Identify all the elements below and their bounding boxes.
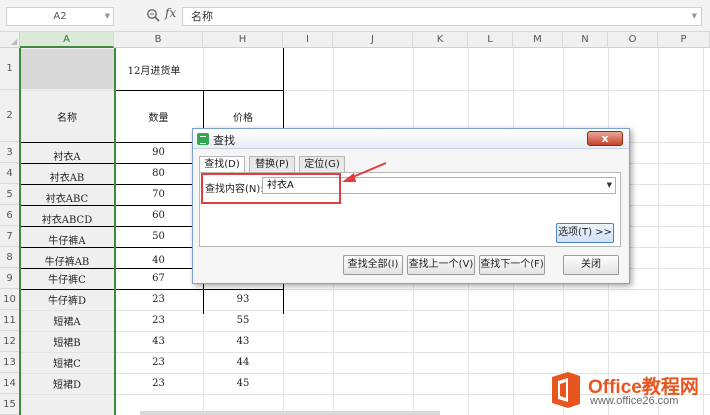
tab-find[interactable]: 查找(D) [199,156,245,173]
dialog-title: 查找 [213,134,235,147]
row-header-14[interactable]: 14 [0,373,20,394]
cell-item-qty[interactable]: 23 [114,373,203,394]
row-header-12[interactable]: 12 [0,331,20,352]
col-header-k[interactable]: K [413,32,468,48]
cell-item-qty[interactable]: 90 [114,142,203,163]
cell-item-qty[interactable]: 60 [114,205,203,226]
formula-bar: A2 ▼ fx 名称 ▼ [0,0,710,32]
cell-item-qty[interactable]: 67 [114,268,203,289]
cell-item-price[interactable]: 55 [203,310,283,331]
logo-url: www.office26.com [590,395,679,407]
col-header-o[interactable]: O [608,32,658,48]
spreadsheet-app-icon [197,133,209,145]
options-button[interactable]: 选项(T) >> [556,223,614,243]
cell-item-price[interactable]: 45 [203,373,283,394]
chevron-down-icon[interactable]: ▼ [607,178,612,193]
dialog-titlebar[interactable]: 查找 x [193,129,629,149]
row-header-10[interactable]: 10 [0,289,20,310]
cell-header-qty[interactable]: 数量 [114,90,203,142]
chevron-down-icon[interactable]: ▼ [692,8,697,25]
find-all-button[interactable]: 查找全部(I) [343,255,403,275]
office-logo-icon [552,372,580,408]
row-header-7[interactable]: 7 [0,226,20,247]
office-logo: Office教程网 www.office26.com [548,370,708,412]
cell-item-price[interactable]: 93 [203,289,283,310]
tab-replace[interactable]: 替换(P) [249,156,295,172]
cell-item-qty[interactable]: 23 [114,310,203,331]
close-icon[interactable]: x [587,131,623,146]
row-header-15[interactable]: 15 [0,394,20,415]
row-header-6[interactable]: 6 [0,205,20,226]
col-header-a[interactable]: A [20,32,114,48]
row-header-8[interactable]: 8 [0,247,20,268]
cell-item-qty[interactable]: 43 [114,331,203,352]
name-box-value: A2 [53,11,67,22]
col-header-m[interactable]: M [513,32,563,48]
zoom-icon[interactable] [146,8,160,22]
cell-item-qty[interactable]: 23 [114,352,203,373]
formula-content: 名称 [191,10,213,23]
col-header-j[interactable]: J [333,32,413,48]
cell-item-price[interactable]: 44 [203,352,283,373]
fx-icon[interactable]: fx [165,6,176,20]
row-header-2[interactable]: 2 [0,90,20,142]
cell-item-price[interactable]: 43 [203,331,283,352]
col-header-p[interactable]: P [658,32,710,48]
red-arrow-icon [342,162,387,182]
row-header-9[interactable]: 9 [0,268,20,289]
cell-item-qty[interactable]: 23 [114,289,203,310]
cell-item-qty[interactable]: 80 [114,163,203,184]
col-header-n[interactable]: N [563,32,608,48]
row-header-11[interactable]: 11 [0,310,20,331]
cell-item-qty[interactable]: 70 [114,184,203,205]
find-next-button[interactable]: 查找下一个(F) [479,255,545,275]
formula-input[interactable]: 名称 ▼ [182,7,702,26]
chevron-down-icon[interactable]: ▼ [105,8,110,25]
horizontal-scrollbar[interactable] [140,411,440,415]
row-header-3[interactable]: 3 [0,142,20,163]
col-header-i[interactable]: I [283,32,333,48]
close-button[interactable]: 关闭 [563,255,619,275]
col-header-h[interactable]: H [203,32,283,48]
find-dialog: 查找 x 查找(D) 替换(P) 定位(G) 查找内容(N): 衬衣A ▼ 选项… [192,128,630,284]
name-box[interactable]: A2 ▼ [6,7,114,26]
row-header-1[interactable]: 1 [0,48,20,90]
cell-item-qty[interactable]: 50 [114,226,203,247]
col-header-b[interactable]: B [114,32,203,48]
select-all-corner[interactable] [0,32,20,48]
row-header-5[interactable]: 5 [0,184,20,205]
find-previous-button[interactable]: 查找上一个(V) [407,255,475,275]
row-header-13[interactable]: 13 [0,352,20,373]
row-header-4[interactable]: 4 [0,163,20,184]
column-a-selection [19,48,116,415]
highlight-box [201,173,341,204]
col-header-l[interactable]: L [468,32,513,48]
cell-title[interactable]: 12月进货单 [114,48,194,90]
